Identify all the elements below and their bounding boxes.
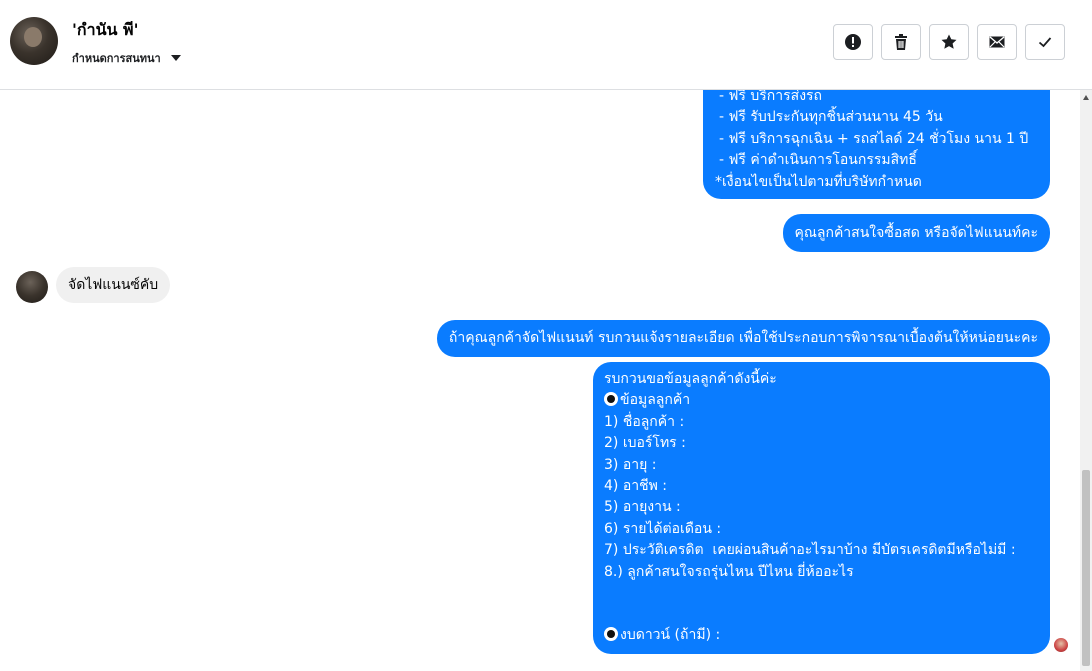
mark-done-button[interactable] (1025, 24, 1065, 60)
message-bubble-outgoing[interactable]: รบกวนขอข้อมูลลูกค้าดังนี้ค่ะ ข้อมูลลูกค้… (593, 362, 1050, 654)
form-field: 6) รายได้ต่อเดือน : (604, 520, 722, 537)
message-bubble-outgoing[interactable]: ถ้าคุณลูกค้าจัดไฟแนนท์ รบกวนแจ้งรายละเอี… (436, 320, 1050, 357)
message-line: - ฟรี ค่าดำเนินการโอนกรรมสิทธิ์ (719, 152, 917, 169)
message-text: จัดไฟแนนซ์คับ (68, 277, 159, 293)
form-field: 2) เบอร์โทร : (604, 435, 686, 452)
trash-icon (895, 34, 907, 50)
check-icon (1038, 37, 1052, 48)
thread-scrollbar[interactable] (1080, 90, 1092, 671)
form-section-line: ข้อมูลลูกค้า (604, 390, 1038, 411)
conversation-settings-label: กำหนดการสนทนา (72, 52, 161, 65)
delete-button[interactable] (881, 24, 921, 60)
conversation-settings-dropdown[interactable]: กำหนดการสนทนา (72, 49, 181, 67)
message-line: *เงื่อนไขเป็นไปตามที่บริษัทกำหนด (715, 173, 922, 190)
mark-spam-button[interactable] (833, 24, 873, 60)
contact-name[interactable]: 'กำนัน พี' (72, 18, 138, 43)
message-line: งบดาวน์ (ถ้ามี) : (620, 627, 721, 644)
form-field: 7) ประวัติเครดิต เคยผ่อนสินค้าอะไรมาบ้าง… (604, 542, 1016, 559)
form-field: 4) อาชีพ : (604, 478, 667, 495)
form-down-line: งบดาวน์ (ถ้ามี) : (604, 625, 1038, 646)
conversation-header: 'กำนัน พี' กำหนดการสนทนา (0, 0, 1092, 90)
message-bubble-incoming[interactable]: จัดไฟแนนซ์คับ (56, 267, 171, 303)
message-line: - ฟรี บริการส่งรถ (719, 90, 823, 104)
message-line: รบกวนขอข้อมูลลูกค้าดังนี้ค่ะ (604, 371, 777, 387)
message-text: คุณลูกค้าสนใจซื้อสด หรือจัดไฟแนนท์คะ (794, 225, 1038, 241)
form-field: 8.) ลูกค้าสนใจรถรุ่นไหน ปีไหน ยี่ห้ออะไร (604, 563, 854, 580)
star-button[interactable] (929, 24, 969, 60)
message-bubble-outgoing[interactable]: - ฟรี บริการส่งรถ - ฟรี รับประกันทุกชิ้น… (703, 90, 1050, 199)
bullet-icon (604, 392, 618, 407)
alert-circle-icon (845, 34, 861, 50)
scroll-up-arrow-icon[interactable] (1083, 95, 1089, 100)
star-icon (941, 34, 957, 49)
scrollbar-thumb[interactable] (1082, 470, 1090, 666)
message-line: ข้อมูลลูกค้า (620, 392, 691, 409)
seen-indicator-avatar (1054, 638, 1068, 652)
contact-avatar-small[interactable] (16, 271, 48, 303)
message-line: - ฟรี รับประกันทุกชิ้นส่วนนาน 45 วัน (719, 109, 943, 126)
bullet-icon (604, 627, 618, 642)
mark-unread-button[interactable] (977, 24, 1017, 60)
form-field: 1) ชื่อลูกค้า : (604, 413, 685, 430)
form-field: 5) อายุงาน : (604, 499, 681, 516)
message-bubble-outgoing[interactable]: คุณลูกค้าสนใจซื้อสด หรือจัดไฟแนนท์คะ (782, 214, 1050, 252)
caret-down-icon (170, 55, 181, 61)
message-thread[interactable]: - ฟรี บริการส่งรถ - ฟรี รับประกันทุกชิ้น… (0, 90, 1080, 671)
message-line: - ฟรี บริการฉุกเฉิน + รถสไลด์ 24 ชั่วโมง… (719, 130, 1029, 147)
contact-avatar[interactable] (10, 17, 58, 65)
form-field: 3) อายุ : (604, 456, 657, 473)
envelope-icon (989, 36, 1005, 48)
message-text: ถ้าคุณลูกค้าจัดไฟแนนท์ รบกวนแจ้งรายละเอี… (448, 330, 1038, 346)
